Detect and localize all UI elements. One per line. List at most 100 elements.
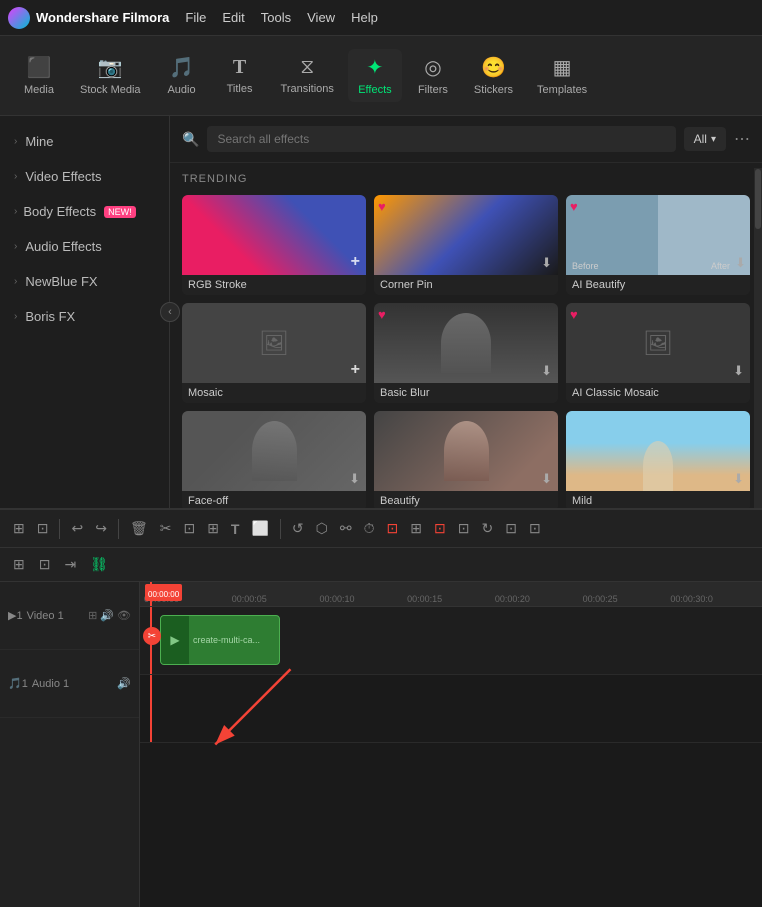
download-icon[interactable]: ⬇ (541, 471, 552, 487)
transitions-label: Transitions (281, 83, 334, 95)
menu-view[interactable]: View (307, 10, 335, 25)
sidebar-item-audio-effects[interactable]: › Audio Effects (0, 229, 169, 264)
shape-button[interactable]: ⬜ (246, 516, 273, 541)
audio-icon: 🎵 (169, 55, 194, 80)
audio-effects-arrow-icon: › (14, 241, 17, 252)
collapse-sidebar-button[interactable]: ‹ (160, 302, 180, 322)
crop-button[interactable]: ⊡ (32, 516, 54, 541)
effect-card-rgb-stroke[interactable]: ♥ + RGB Stroke (182, 195, 366, 295)
effect-label-face-off: Face-off (182, 491, 366, 508)
audio-track-speaker-button[interactable]: 🔊 (117, 677, 131, 690)
video-track-lane[interactable]: ✂ ▶ create-multi-ca... (140, 607, 762, 675)
timer-button[interactable]: ⏱ (359, 516, 380, 541)
download-icon[interactable]: ⬇ (735, 255, 746, 271)
ai-button[interactable]: ⊞ (405, 516, 427, 541)
tool-templates[interactable]: ▦ Templates (527, 49, 597, 102)
effect-card-beautify[interactable]: ⬇ Beautify (374, 411, 558, 508)
scrollbar-thumb[interactable] (755, 169, 761, 229)
sidebar-item-boris-fx[interactable]: › Boris FX (0, 299, 169, 334)
timeline-toolbar-2: ⊞ ⊡ ⇥ ⛓ (0, 548, 762, 582)
search-input[interactable] (207, 126, 675, 152)
effect-card-face-off[interactable]: ⬇ Face-off (182, 411, 366, 508)
stabilize-button[interactable]: ⊡ (429, 516, 451, 541)
effect-card-corner-pin[interactable]: ♥ ⬇ Corner Pin (374, 195, 558, 295)
effect-card-mild[interactable]: ⬇ Mild (566, 411, 750, 508)
effect-card-ai-classic-mosaic[interactable]: 🖼 ♥ ⬇ AI Classic Mosaic (566, 303, 750, 403)
menu-help[interactable]: Help (351, 10, 378, 25)
audio-track-name: Audio 1 (32, 678, 69, 690)
cut-button[interactable]: ✂ (155, 516, 177, 541)
audio-track-lane[interactable] (140, 675, 762, 743)
motion-button[interactable]: ⊡ (382, 516, 404, 541)
crop-video-button[interactable]: ⊡ (178, 516, 200, 541)
undo-button[interactable]: ↩ (66, 516, 88, 541)
menu-tools[interactable]: Tools (261, 10, 291, 25)
360-button[interactable]: ↻ (476, 516, 498, 541)
toolbar-separator-2 (118, 519, 119, 539)
color-match-button[interactable]: ⬡ (311, 516, 333, 541)
link-button[interactable]: ⊡ (34, 553, 56, 576)
extra-button[interactable]: ⊡ (524, 516, 546, 541)
timeline-ruler: 00:00:00 00:00:05 00:00:10 00:00:15 00:0… (140, 582, 762, 607)
video-track-eye-button[interactable]: 👁 (117, 609, 131, 622)
effects-grid: ♥ + RGB Stroke ♥ ⬇ Corner Pin (182, 195, 750, 508)
tool-media[interactable]: ⬛ Media (12, 49, 66, 102)
effect-card-basic-blur[interactable]: ♥ ⬇ Basic Blur (374, 303, 558, 403)
ruler-mark-2: 00:00:10 (319, 594, 407, 604)
video-track-label: ▶1 Video 1 ⊞ 🔊 👁 (0, 582, 139, 650)
more-options-button[interactable]: ⋯ (734, 129, 750, 149)
multicam-button[interactable]: ⊡ (500, 516, 522, 541)
download-icon[interactable]: ⬇ (349, 471, 360, 487)
download-icon[interactable]: ⬇ (733, 471, 744, 487)
sidebar: › Mine › Video Effects › Body Effects NE… (0, 116, 170, 508)
sidebar-item-body-effects-label: Body Effects (23, 204, 96, 219)
text-button[interactable]: T (226, 517, 245, 541)
effect-card-ai-beautify[interactable]: ♥ Before After ⬇ AI Beautify (566, 195, 750, 295)
sidebar-item-video-effects[interactable]: › Video Effects (0, 159, 169, 194)
effect-thumb-ai-classic-mosaic: 🖼 ♥ ⬇ (566, 303, 750, 383)
tool-stickers[interactable]: 😊 Stickers (464, 49, 523, 102)
detach-audio-button[interactable]: ⇥ (59, 553, 81, 576)
freeze-button[interactable]: ⚯ (335, 516, 357, 541)
content-scrollbar[interactable] (754, 168, 762, 508)
tool-filters[interactable]: ◎ Filters (406, 49, 460, 102)
heart-icon: ♥ (378, 199, 386, 214)
add-icon[interactable]: + (351, 253, 360, 271)
add-icon[interactable]: + (351, 361, 360, 379)
video-track-add-button[interactable]: ⊞ (88, 609, 97, 622)
sidebar-item-newblue-fx-label: NewBlue FX (25, 274, 97, 289)
toolbar-separator-1 (59, 519, 60, 539)
lens-correction-button[interactable]: ⊡ (453, 516, 475, 541)
speed-button[interactable]: ↺ (287, 516, 309, 541)
menu-file[interactable]: File (185, 10, 206, 25)
sidebar-item-body-effects[interactable]: › Body Effects NEW! (0, 194, 169, 229)
media-label: Media (24, 84, 54, 96)
tool-stock-media[interactable]: 📷 Stock Media (70, 49, 151, 102)
add-track-button[interactable]: ⊞ (8, 553, 30, 576)
tool-effects[interactable]: ✦ Effects (348, 49, 402, 102)
download-icon[interactable]: ⬇ (541, 363, 552, 379)
tool-titles[interactable]: T Titles (213, 50, 267, 101)
sidebar-item-mine[interactable]: › Mine (0, 124, 169, 159)
multicam-view-button[interactable]: ⛓ (85, 553, 113, 576)
video-clip[interactable]: ▶ create-multi-ca... (160, 615, 280, 665)
download-icon[interactable]: ⬇ (733, 363, 744, 379)
sidebar-item-boris-fx-label: Boris FX (25, 309, 75, 324)
download-icon[interactable]: ⬇ (541, 255, 552, 271)
scene-split-button[interactable]: ⊞ (8, 516, 30, 541)
effect-label-mild: Mild (566, 491, 750, 508)
delete-button[interactable]: 🗑 (125, 516, 153, 541)
effect-card-mosaic[interactable]: 🖼 + Mosaic (182, 303, 366, 403)
heart-icon: ♥ (570, 307, 578, 322)
filter-button[interactable]: All ▾ (684, 127, 726, 151)
titles-label: Titles (227, 83, 253, 95)
resize-button[interactable]: ⊞ (202, 516, 224, 541)
sidebar-item-newblue-fx[interactable]: › NewBlue FX (0, 264, 169, 299)
tool-transitions[interactable]: ⧖ Transitions (271, 50, 344, 101)
effect-thumb-corner-pin: ♥ ⬇ (374, 195, 558, 275)
tool-audio[interactable]: 🎵 Audio (155, 49, 209, 102)
menu-edit[interactable]: Edit (222, 10, 244, 25)
audio-track-label: 🎵1 Audio 1 🔊 (0, 650, 139, 718)
video-track-speaker-button[interactable]: 🔊 (100, 609, 114, 622)
redo-button[interactable]: ↪ (90, 516, 112, 541)
